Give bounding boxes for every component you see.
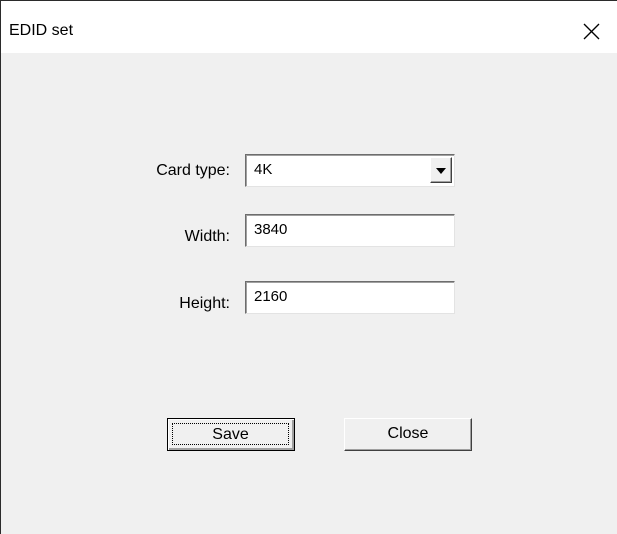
card-type-value: 4K: [254, 161, 273, 178]
card-type-label: Card type:: [156, 162, 230, 179]
chevron-down-icon: [436, 168, 446, 174]
title-bar: EDID set: [1, 1, 617, 53]
save-button-label: Save: [172, 423, 289, 445]
height-label: Height:: [179, 295, 230, 312]
close-icon: [583, 23, 600, 40]
save-button[interactable]: Save: [167, 418, 295, 451]
edid-set-dialog: EDID set Card type: 4K Width: 3840 Heigh…: [0, 0, 617, 534]
window-title: EDID set: [9, 22, 74, 39]
height-field[interactable]: 2160: [245, 281, 455, 314]
width-field[interactable]: 3840: [245, 214, 455, 247]
card-type-select[interactable]: 4K: [245, 154, 455, 187]
card-type-dropdown-button[interactable]: [430, 157, 452, 183]
close-window-button[interactable]: [569, 12, 615, 52]
close-button[interactable]: Close: [344, 418, 472, 451]
width-label: Width:: [184, 228, 230, 245]
